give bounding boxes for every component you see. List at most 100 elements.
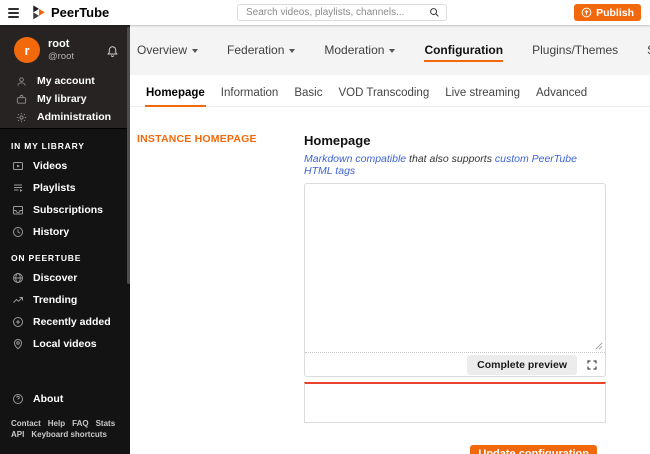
footer-link-contact[interactable]: Contact xyxy=(11,419,41,428)
homepage-textarea[interactable] xyxy=(305,184,605,352)
user-handle: @root xyxy=(48,51,75,62)
tab-homepage[interactable]: Homepage xyxy=(145,83,206,107)
sidebar-item-label: Recently added xyxy=(33,316,111,328)
caret-down-icon xyxy=(289,49,296,53)
user-icon xyxy=(14,76,28,87)
sidebar-item-history[interactable]: History xyxy=(0,221,130,243)
brand-title: PeerTube xyxy=(51,5,110,20)
playlist-icon xyxy=(11,182,25,194)
sidebar-item-playlists[interactable]: Playlists xyxy=(0,177,130,199)
sidebar-item-label: Videos xyxy=(33,160,68,172)
sidebar-footer-links: Contact Help FAQ Stats API Keyboard shor… xyxy=(11,419,120,439)
sidebar-item-label: Subscriptions xyxy=(33,204,104,216)
peertube-home-link[interactable]: PeerTube xyxy=(32,4,110,21)
sidebar-item-label: Discover xyxy=(33,272,78,284)
nav-item-configuration[interactable]: Configuration xyxy=(424,38,504,62)
fullscreen-icon[interactable] xyxy=(586,359,598,371)
sidebar-item-label: My account xyxy=(37,75,95,87)
sidebar-item-my-library[interactable]: My library xyxy=(14,90,122,108)
menu-toggle-icon[interactable] xyxy=(8,6,19,20)
tab-live-streaming[interactable]: Live streaming xyxy=(444,83,521,107)
topbar: PeerTube Publish xyxy=(0,0,650,25)
sidebar-item-label: Trending xyxy=(33,294,78,306)
user-area: r root @root My account My library Admin… xyxy=(0,25,130,129)
sidebar-item-videos[interactable]: Videos xyxy=(0,155,130,177)
caret-down-icon xyxy=(389,49,396,53)
field-label: Homepage xyxy=(304,133,371,148)
map-pin-icon xyxy=(11,338,25,350)
sidebar-menu: IN MY LIBRARY Videos Playlists Subscript… xyxy=(0,129,130,439)
search-icon[interactable] xyxy=(429,7,440,18)
nav-item-overview[interactable]: Overview xyxy=(137,38,199,62)
sidebar-item-discover[interactable]: Discover xyxy=(0,267,130,289)
admin-nav: Overview Federation Moderation Configura… xyxy=(130,25,650,75)
sidebar-item-label: My library xyxy=(37,93,87,105)
footer-link-keyboard-shortcuts[interactable]: Keyboard shortcuts xyxy=(31,430,107,439)
sidebar-item-recently-added[interactable]: Recently added xyxy=(0,311,130,333)
sidebar-item-about[interactable]: About xyxy=(0,388,130,410)
nav-label: Overview xyxy=(137,43,188,57)
sidebar-item-subscriptions[interactable]: Subscriptions xyxy=(0,199,130,221)
inbox-icon xyxy=(11,204,25,216)
nav-item-plugins-themes[interactable]: Plugins/Themes xyxy=(532,38,618,62)
peertube-logo-icon xyxy=(32,4,46,21)
markdown-editor: Complete preview xyxy=(304,183,606,377)
clock-icon xyxy=(11,226,25,238)
upload-icon xyxy=(581,7,592,18)
search-input[interactable] xyxy=(238,7,429,18)
nav-label: Moderation xyxy=(324,43,385,57)
sidebar-item-label: Playlists xyxy=(33,182,76,194)
sidebar-item-label: Administration xyxy=(37,111,112,123)
search-box xyxy=(237,4,447,21)
trending-icon xyxy=(11,294,25,306)
nav-item-moderation[interactable]: Moderation xyxy=(324,38,396,62)
resize-grip-icon[interactable] xyxy=(595,342,603,350)
nav-label: Plugins/Themes xyxy=(532,43,619,57)
sidebar-item-my-account[interactable]: My account xyxy=(14,72,122,90)
tab-vod-transcoding[interactable]: VOD Transcoding xyxy=(337,83,430,107)
main-content: Overview Federation Moderation Configura… xyxy=(130,25,650,454)
tab-advanced[interactable]: Advanced xyxy=(535,83,588,107)
sidebar: r root @root My account My library Admin… xyxy=(0,25,130,454)
sidebar-item-label: About xyxy=(33,393,64,405)
markdown-help: Markdown compatible that also supports c… xyxy=(304,153,606,177)
publish-label: Publish xyxy=(596,6,634,19)
footer-link-api[interactable]: API xyxy=(11,430,24,439)
question-circle-icon xyxy=(11,393,25,405)
sidebar-item-label: History xyxy=(33,226,70,238)
plus-circle-icon xyxy=(11,316,25,328)
section-title: IN MY LIBRARY xyxy=(11,141,85,151)
peertube-admin-page: PeerTube Publish r root xyxy=(0,0,650,454)
markdown-compatible-link[interactable]: Markdown compatible xyxy=(304,153,406,165)
tab-basic[interactable]: Basic xyxy=(293,83,323,107)
caret-down-icon xyxy=(192,49,199,53)
briefcase-icon xyxy=(14,94,28,105)
sidebar-item-label: Local videos xyxy=(33,338,97,350)
update-configuration-button[interactable]: Update configuration xyxy=(470,445,597,454)
video-icon xyxy=(11,160,25,172)
publish-button[interactable]: Publish xyxy=(574,4,641,21)
username: root xyxy=(48,38,70,50)
nav-label: Federation xyxy=(227,43,285,57)
footer-link-stats[interactable]: Stats xyxy=(96,419,116,428)
account-menu: My account My library Administration xyxy=(14,72,122,126)
avatar[interactable]: r xyxy=(14,37,40,63)
help-text: that also supports xyxy=(406,153,495,165)
configuration-tabs: Homepage Information Basic VOD Transcodi… xyxy=(130,83,650,107)
footer-link-help[interactable]: Help xyxy=(48,419,65,428)
complete-preview-button[interactable]: Complete preview xyxy=(467,354,577,375)
homepage-form: INSTANCE HOMEPAGE Homepage Markdown comp… xyxy=(130,133,650,454)
nav-label: Configuration xyxy=(424,38,504,62)
tab-information[interactable]: Information xyxy=(220,83,280,107)
markdown-preview-panel xyxy=(304,382,606,423)
sidebar-item-local-videos[interactable]: Local videos xyxy=(0,333,130,355)
gear-icon xyxy=(14,112,28,123)
nav-item-federation[interactable]: Federation xyxy=(227,38,296,62)
section-label: INSTANCE HOMEPAGE xyxy=(137,133,257,145)
footer-link-faq[interactable]: FAQ xyxy=(72,419,88,428)
sidebar-item-administration[interactable]: Administration xyxy=(14,108,122,126)
sidebar-item-trending[interactable]: Trending xyxy=(0,289,130,311)
notifications-bell-icon[interactable] xyxy=(106,44,119,57)
globe-icon xyxy=(11,272,25,284)
section-title: ON PEERTUBE xyxy=(11,253,82,263)
